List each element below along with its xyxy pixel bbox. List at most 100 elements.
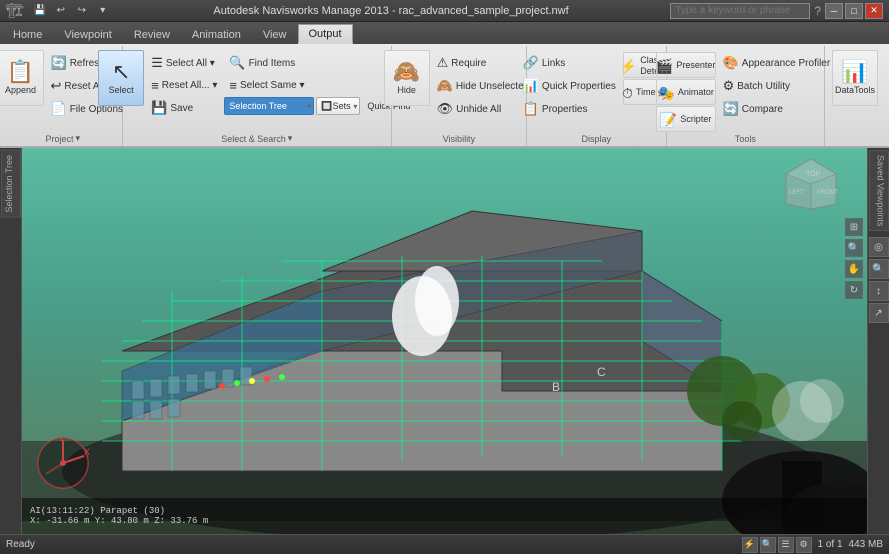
redo-quick-btn[interactable]: ↪	[73, 3, 91, 19]
status-icon-2[interactable]: 🔍	[760, 537, 776, 553]
tab-animation[interactable]: Animation	[181, 24, 252, 44]
unhide-icon: 👁	[437, 101, 454, 117]
ribbon-tabs: Home Viewpoint Review Animation View Out…	[0, 22, 889, 44]
hide-unsel-icon: 🙈	[437, 78, 453, 94]
properties-btn[interactable]: 📋Properties	[518, 98, 621, 120]
quick-props-icon: 📊	[523, 78, 539, 94]
scripter-icon: 📝	[660, 113, 677, 127]
display-label: Display	[533, 132, 660, 146]
app-icon: 🏗	[6, 2, 24, 19]
reset-all2-btn[interactable]: ≡Reset All... ▾	[146, 75, 222, 96]
svg-text:C: C	[597, 365, 606, 379]
find-icon: 🔍	[229, 55, 245, 71]
coord-line1: AI(13:11:22) Parapet (30)	[30, 506, 859, 516]
quick-access-toolbar: 🏗 💾 ↩ ↪ ▾	[6, 2, 112, 19]
select-search-arrow[interactable]: ▾	[288, 133, 293, 144]
appearance-profiler-btn[interactable]: 🎨Appearance Profiler	[718, 52, 836, 74]
reset-all-icon: ↩	[51, 78, 62, 94]
sets-dropdown[interactable]: 🔲Sets▾	[316, 97, 360, 115]
save-btn[interactable]: 💾Save	[146, 97, 222, 119]
tab-review[interactable]: Review	[123, 24, 181, 44]
window-title: Autodesk Navisworks Manage 2013 - rac_ad…	[112, 5, 671, 17]
links-btn[interactable]: 🔗Links	[518, 52, 621, 74]
select-all-btn[interactable]: ☰Select All ▾	[146, 52, 222, 74]
tab-viewpoint[interactable]: Viewpoint	[53, 24, 123, 44]
help-btn[interactable]: ?	[814, 4, 821, 18]
datatools-btn[interactable]: 📊 DataTools	[832, 50, 878, 106]
datatools-group: 📊 DataTools	[825, 46, 885, 146]
building-scene: B C	[22, 148, 867, 534]
select-btn[interactable]: ↖ Select	[98, 50, 144, 106]
file-size: 443 MB	[849, 539, 883, 550]
navigation-cube[interactable]: TOP LEFT FRONT	[781, 154, 841, 214]
clash-icon: ⚡	[620, 59, 637, 73]
selection-tree-arrow: ▾	[307, 102, 311, 111]
scripter-btn[interactable]: 📝 Scripter	[656, 106, 716, 132]
animator-label: Animator	[678, 87, 714, 98]
compass: X Z	[36, 436, 90, 490]
options-quick-btn[interactable]: ▾	[94, 3, 112, 19]
save-quick-btn[interactable]: 💾	[31, 3, 49, 19]
left-panel: Selection Tree	[0, 148, 22, 534]
minimize-btn[interactable]: ─	[825, 3, 843, 19]
walk-btn[interactable]: ↕	[869, 281, 889, 301]
page-info: 1 of 1	[818, 539, 843, 550]
compare-icon: 🔄	[723, 101, 739, 117]
animator-btn[interactable]: 🎭 Animator	[656, 79, 716, 105]
selection-tree-dropdown[interactable]: Selection Tree▾	[224, 97, 314, 115]
close-btn[interactable]: ✕	[865, 3, 883, 19]
select-col1: ☰Select All ▾ ≡Reset All... ▾ 💾Save	[146, 50, 222, 119]
hide-label: Hide	[397, 85, 416, 96]
quick-props-btn[interactable]: 📊Quick Properties	[518, 75, 621, 97]
zoom-all-btn[interactable]: ⊞	[845, 218, 863, 236]
tools-group: 🎬 Presenter 🎭 Animator 📝 Scripter 🎨Appea	[667, 46, 825, 146]
animator-icon: 🎭	[657, 86, 674, 100]
maximize-btn[interactable]: □	[845, 3, 863, 19]
tab-output[interactable]: Output	[298, 24, 353, 44]
refresh-icon: 🔄	[51, 55, 67, 71]
status-text: Ready	[6, 539, 35, 550]
look-at-btn[interactable]: ◎	[869, 237, 889, 257]
select-search-label: Select & Search ▾	[129, 131, 385, 146]
status-icon-4[interactable]: ⚙	[796, 537, 812, 553]
sets-arrow: ▾	[353, 102, 357, 111]
hide-icon: 🙈	[393, 61, 420, 83]
tab-home[interactable]: Home	[2, 24, 53, 44]
select-search-content: ↖ Select ☰Select All ▾ ≡Reset All... ▾ 💾…	[98, 48, 415, 131]
scripter-label: Scripter	[680, 114, 711, 125]
batch-icon: ⚙	[723, 78, 735, 94]
presenter-btn[interactable]: 🎬 Presenter	[656, 52, 716, 78]
project-dropdown-icon[interactable]: ▾	[76, 133, 81, 144]
zoom-selected-btn[interactable]: 🔍	[869, 259, 889, 279]
svg-text:LEFT: LEFT	[789, 190, 804, 196]
tab-view[interactable]: View	[252, 24, 298, 44]
zoom-btn[interactable]: 🔍	[845, 239, 863, 257]
ribbon-content: 📋 Append 🔄Refresh ↩Reset All... 📄File Op…	[0, 44, 889, 146]
reset-all2-icon: ≡	[151, 78, 159, 93]
tools-col2: 🎨Appearance Profiler ⚙Batch Utility 🔄Com…	[718, 50, 836, 120]
batch-utility-btn[interactable]: ⚙Batch Utility	[718, 75, 836, 97]
orbit-btn[interactable]: ↻	[845, 281, 863, 299]
hide-btn[interactable]: 🙈 Hide	[384, 50, 430, 106]
fly-btn[interactable]: ↗	[869, 303, 889, 323]
status-icon-1[interactable]: ⚡	[742, 537, 758, 553]
append-btn[interactable]: 📋 Append	[0, 50, 44, 106]
select-same-icon: ≡	[229, 78, 237, 93]
window-controls: ─ □ ✕	[825, 3, 883, 19]
require-icon: ⚠	[437, 55, 449, 71]
svg-text:X: X	[84, 447, 90, 457]
datatools-icon: 📊	[841, 61, 868, 83]
saved-viewpoints-tab[interactable]: Saved Viewpoints	[869, 150, 889, 231]
search-input[interactable]	[670, 3, 810, 19]
selection-tree-tab[interactable]: Selection Tree	[1, 150, 21, 218]
compare-btn[interactable]: 🔄Compare	[718, 98, 836, 120]
tools-col-btns: 🎬 Presenter 🎭 Animator 📝 Scripter	[656, 50, 716, 132]
links-icon: 🔗	[523, 55, 539, 71]
appearance-icon: 🎨	[723, 55, 739, 71]
main-area: Selection Tree	[0, 148, 889, 534]
main-viewport[interactable]: B C X Z AI(13:11:22) Parapet (30) X: -	[22, 148, 867, 534]
pan-btn[interactable]: ✋	[845, 260, 863, 278]
status-icon-3[interactable]: ☰	[778, 537, 794, 553]
undo-quick-btn[interactable]: ↩	[52, 3, 70, 19]
nav-icons: ◎ 🔍 ↕ ↗	[869, 237, 889, 323]
